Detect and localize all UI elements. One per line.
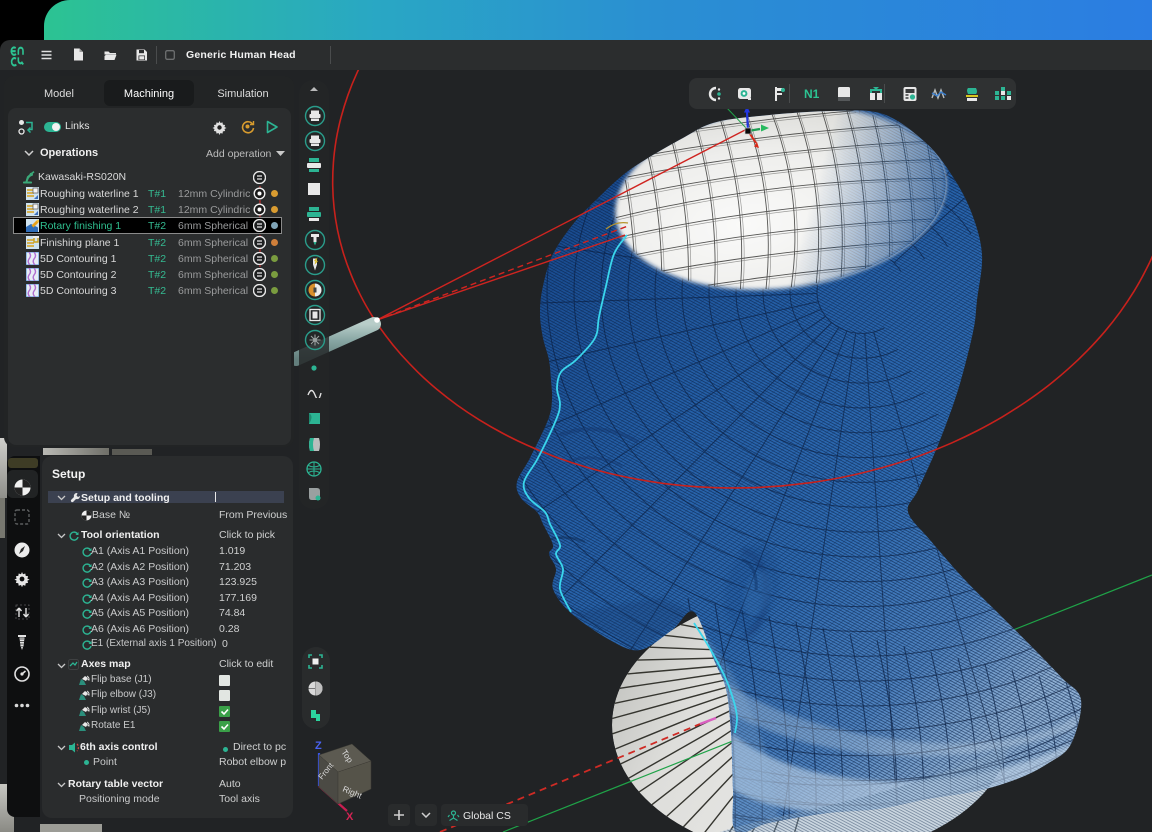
svg-text:N1: N1	[804, 87, 820, 101]
svg-text:X: X	[346, 811, 354, 820]
svg-text:Z: Z	[315, 740, 322, 752]
